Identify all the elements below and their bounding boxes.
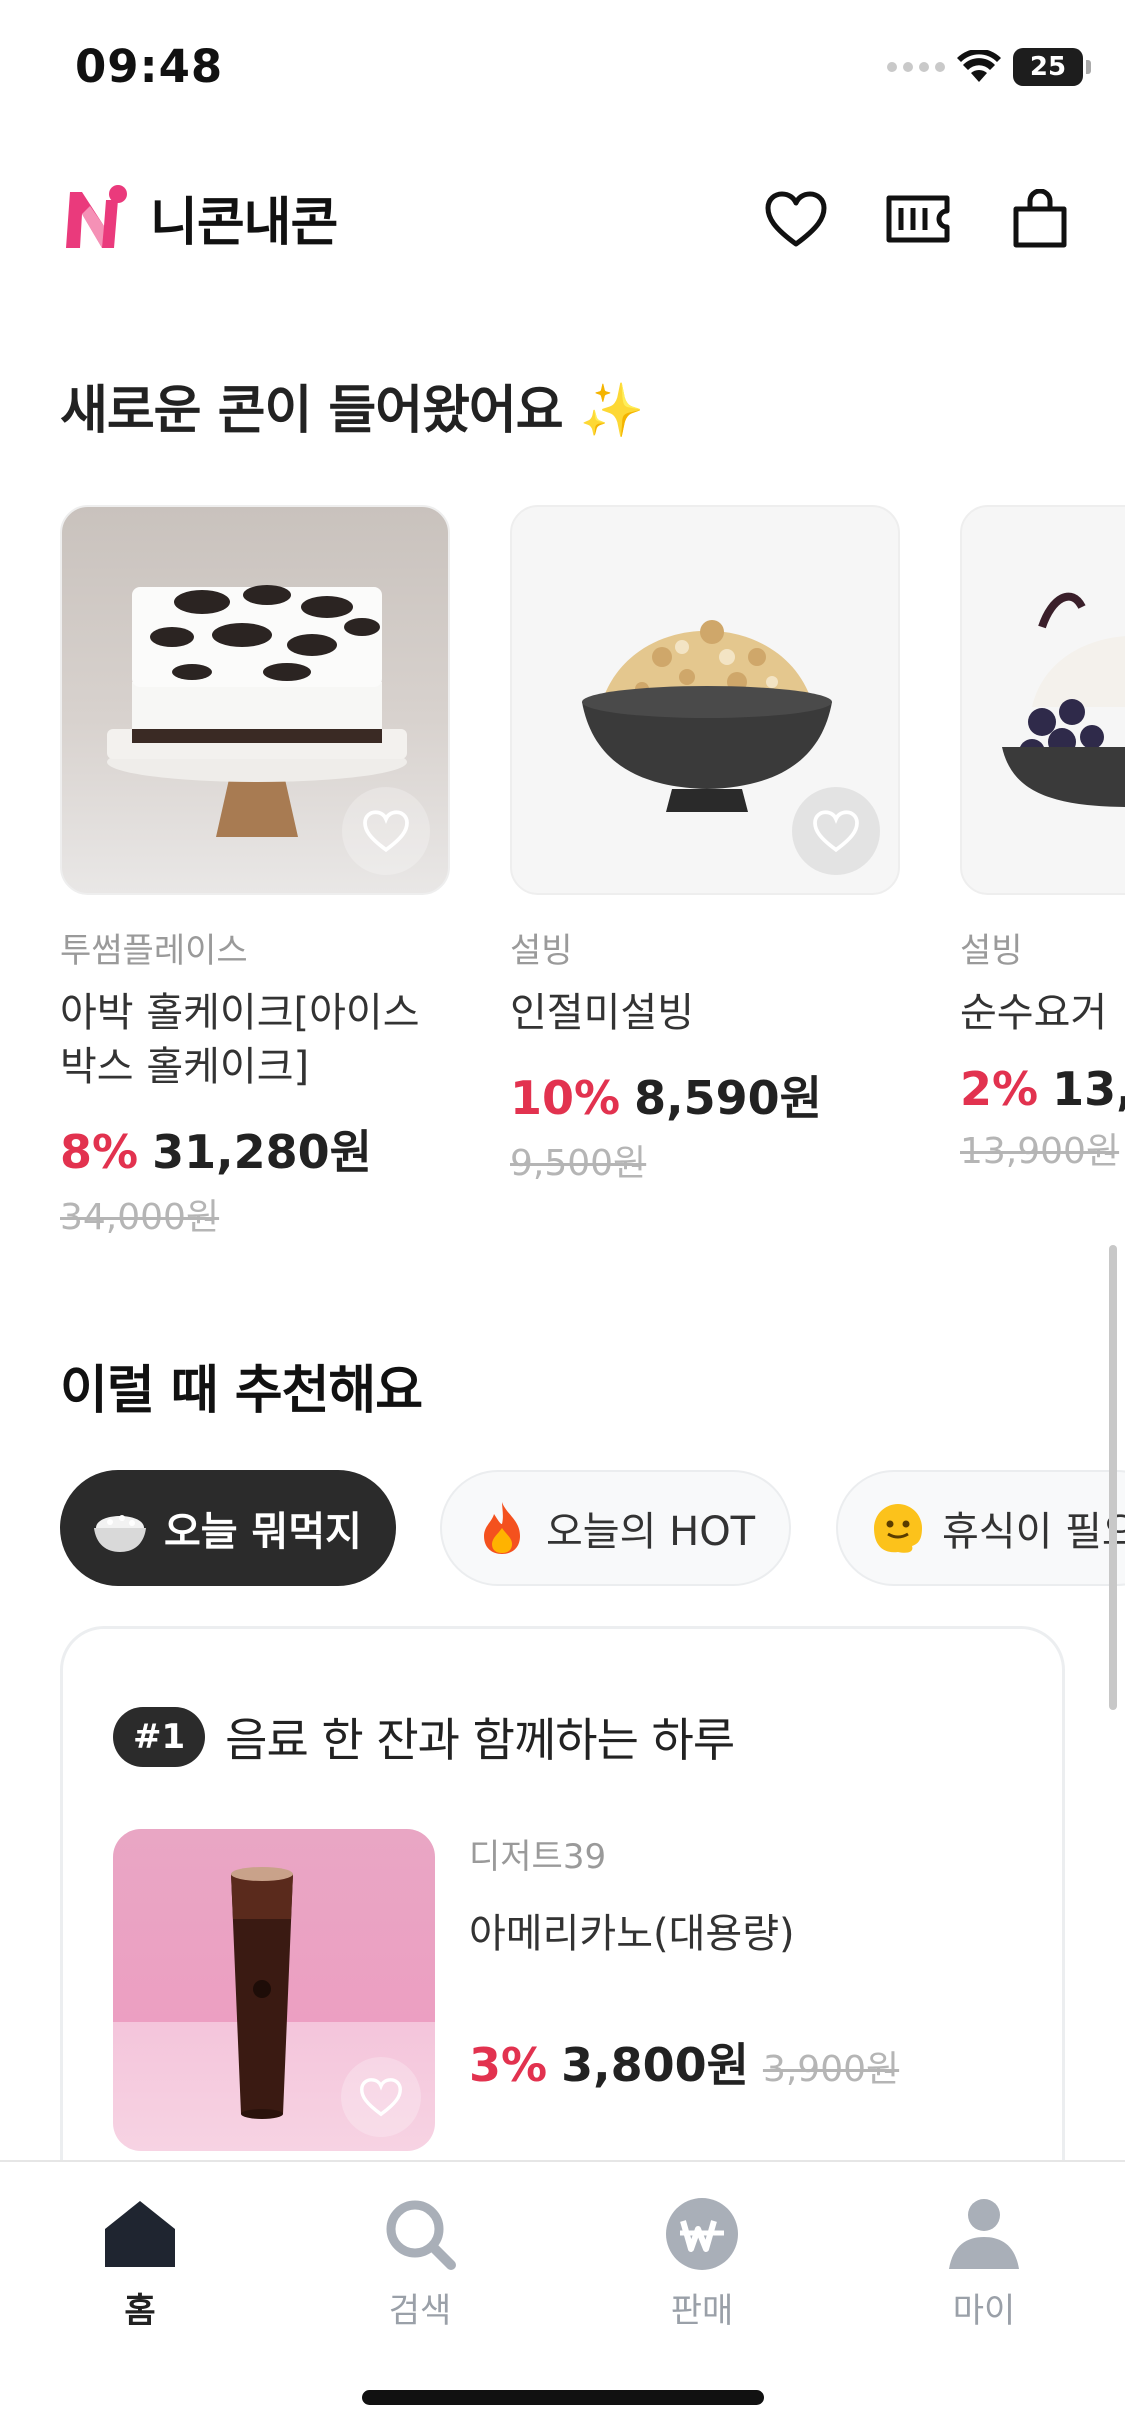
rice-bowl-icon: [90, 1498, 150, 1558]
chip-label: 오늘의 HOT: [546, 1509, 756, 1555]
new-products-carousel[interactable]: 투썸플레이스 아박 홀케이크[아이스박스 홀케이크] 8% 31,280원 34…: [60, 505, 1125, 1265]
chip-today-hot[interactable]: 오늘의 HOT: [440, 1470, 792, 1586]
product-name: 순수요거: [960, 990, 1108, 1036]
chip-label: 휴식이 필요: [942, 1509, 1125, 1555]
shopping-bag-icon: [1013, 189, 1067, 248]
favorite-button[interactable]: [341, 2057, 421, 2137]
ticket-icon: [886, 195, 950, 243]
heart-outline-icon: [813, 810, 859, 853]
cart-button[interactable]: [1005, 184, 1075, 254]
discount-rate: 2%: [960, 1062, 1039, 1116]
rank-badge: #1: [113, 1707, 206, 1767]
product-image: [113, 1829, 435, 2151]
recommend-heading: #1 음료 한 잔과 함께하는 하루: [113, 1704, 735, 1770]
won-coin-icon: [666, 2198, 738, 2270]
product-brand: 투썸플레이스: [60, 931, 248, 971]
discount-rate: 3%: [469, 2038, 548, 2092]
search-icon: [386, 2200, 456, 2270]
tab-label: 검색: [388, 2291, 452, 2331]
sale-price: 8,590원: [634, 1071, 822, 1125]
discount-rate: 10%: [510, 1071, 621, 1125]
scrollbar[interactable]: [1109, 1245, 1117, 1710]
chip-today-menu[interactable]: 오늘 뭐먹지: [60, 1470, 396, 1586]
battery-icon: 25: [1013, 48, 1091, 86]
tab-sell[interactable]: 판매: [602, 2197, 802, 2332]
chip-rest[interactable]: 휴식이 필요: [836, 1470, 1125, 1586]
wifi-icon: [957, 50, 1001, 82]
tab-label: 판매: [670, 2291, 734, 2331]
tab-label: 마이: [952, 2291, 1016, 2331]
favorite-button[interactable]: [792, 787, 880, 875]
product-name: 아박 홀케이크[아이스박스 홀케이크]: [60, 990, 420, 1090]
tab-my[interactable]: 마이: [884, 2197, 1084, 2332]
sale-price: 3,800원: [561, 2038, 749, 2092]
product-brand: 디저트39: [469, 1837, 607, 1877]
product-image: [510, 505, 900, 895]
heart-outline-icon: [363, 810, 409, 853]
home-icon: [105, 2201, 175, 2267]
app-header: 니콘내콘: [0, 170, 1125, 270]
original-price: 3,900원: [762, 2049, 900, 2090]
status-time: 09:48: [75, 40, 224, 93]
recommend-chips: 오늘 뭐먹지 오늘의 HOT 휴식이 필요: [60, 1470, 1125, 1590]
logo-icon: [66, 184, 127, 248]
fire-icon: [472, 1498, 532, 1558]
tab-label: 홈: [124, 2291, 156, 2331]
discount-rate: 8%: [60, 1125, 139, 1179]
original-price: 13,900원: [960, 1131, 1120, 1172]
product-card[interactable]: 설빙 순수요거 2% 13,5 13,900원: [960, 505, 1125, 1174]
original-price: 9,500원: [510, 1143, 647, 1184]
product-brand: 설빙: [510, 931, 573, 971]
product-card[interactable]: 설빙 인절미설빙 10% 8,590원 9,500원: [510, 505, 900, 1186]
price-row: 2% 13,5: [960, 1062, 1125, 1116]
product-brand: 설빙: [960, 931, 1023, 971]
header-actions: [761, 184, 1075, 254]
favorite-button[interactable]: [342, 787, 430, 875]
heart-outline-icon: [360, 2078, 402, 2117]
cellular-signal-icon: [887, 62, 945, 72]
coupon-button[interactable]: [883, 184, 953, 254]
app-logo[interactable]: 니콘내콘: [60, 180, 338, 255]
home-indicator[interactable]: [362, 2390, 764, 2405]
product-name: 인절미설빙: [510, 990, 694, 1036]
melting-face-icon: [868, 1498, 928, 1558]
product-image: [960, 505, 1125, 895]
recommend-card-title: 음료 한 잔과 함께하는 하루: [225, 1713, 735, 1767]
sale-price: 31,280원: [152, 1125, 372, 1179]
yogurt-bingsu-image: [1002, 592, 1125, 807]
price-row: 3% 3,800원 3,900원: [469, 2029, 899, 2095]
chip-label: 오늘 뭐먹지: [164, 1509, 362, 1555]
status-bar: 09:48 25: [0, 0, 1125, 140]
status-indicators: 25: [887, 48, 1091, 86]
price-row: 8% 31,280원: [60, 1116, 450, 1182]
tab-home[interactable]: 홈: [40, 2197, 240, 2332]
product-name: 아메리카노(대용량): [469, 1911, 795, 1957]
recommend-item[interactable]: 디저트39 아메리카노(대용량) 3% 3,800원 3,900원: [113, 1829, 1013, 2159]
section-title-new: 새로운 콘이 들어왔어요 ✨: [60, 381, 644, 441]
product-card[interactable]: 투썸플레이스 아박 홀케이크[아이스박스 홀케이크] 8% 31,280원 34…: [60, 505, 450, 1240]
heart-icon: [765, 191, 827, 247]
price-row: 10% 8,590원: [510, 1062, 900, 1128]
tab-search[interactable]: 검색: [320, 2197, 520, 2332]
logo-text: 니콘내콘: [150, 193, 338, 253]
person-icon: [949, 2199, 1019, 2269]
wishlist-button[interactable]: [761, 184, 831, 254]
product-image: [60, 505, 450, 895]
section-title-recommend: 이럴 때 추천해요: [60, 1361, 423, 1421]
original-price: 34,000원: [60, 1197, 220, 1238]
sale-price: 13,5: [1052, 1062, 1125, 1116]
battery-level: 25: [1029, 52, 1067, 82]
